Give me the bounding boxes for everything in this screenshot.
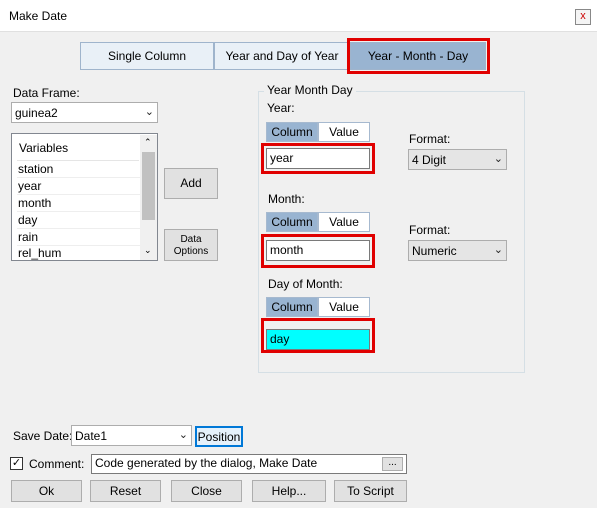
ok-button[interactable]: Ok xyxy=(11,480,82,502)
help-button[interactable]: Help... xyxy=(252,480,326,502)
month-column-value-toggle[interactable]: Column Value xyxy=(266,212,370,232)
day-column-tab[interactable]: Column xyxy=(266,297,318,317)
data-options-label-line2: Options xyxy=(173,246,209,257)
position-button[interactable]: Position xyxy=(195,426,243,447)
data-frame-selector[interactable]: guinea2 ⌄ xyxy=(11,102,158,123)
chevron-up-icon[interactable]: ⌃ xyxy=(144,137,152,148)
chevron-down-icon: ⌄ xyxy=(493,244,503,256)
month-column-tab[interactable]: Column xyxy=(266,212,318,232)
group-title: Year Month Day xyxy=(264,83,356,97)
year-highlight-box xyxy=(261,143,375,174)
year-format-value: 4 Digit xyxy=(412,153,447,167)
single-column-button[interactable]: Single Column xyxy=(80,42,214,70)
save-date-value: Date1 xyxy=(75,429,108,443)
year-format-selector[interactable]: 4 Digit ⌄ xyxy=(408,149,507,170)
month-format-selector[interactable]: Numeric ⌄ xyxy=(408,240,507,261)
save-date-label: Save Date: xyxy=(13,429,73,443)
comment-label: Comment: xyxy=(29,457,85,471)
mode-highlight-box xyxy=(347,38,490,74)
year-value-tab[interactable]: Value xyxy=(318,122,370,142)
window-title: Make Date xyxy=(9,9,68,23)
year-label: Year: xyxy=(267,101,295,115)
chevron-down-icon: ⌄ xyxy=(178,429,188,441)
close-dialog-button[interactable]: Close xyxy=(171,480,242,502)
save-date-selector[interactable]: Date1 ⌄ xyxy=(71,425,192,446)
list-item[interactable]: rel_hum xyxy=(17,246,141,260)
comment-text: Code generated by the dialog, Make Date xyxy=(95,456,318,470)
list-item[interactable]: rain xyxy=(17,229,141,246)
data-options-button[interactable]: Data Options xyxy=(164,229,218,261)
day-highlight-box xyxy=(261,318,375,353)
chevron-down-icon[interactable]: ⌄ xyxy=(144,245,152,256)
list-item[interactable]: month xyxy=(17,195,141,212)
year-and-day-of-year-button[interactable]: Year and Day of Year xyxy=(214,42,350,70)
month-format-value: Numeric xyxy=(412,244,457,258)
month-format-label: Format: xyxy=(409,223,451,237)
to-script-button[interactable]: To Script xyxy=(334,480,407,502)
day-label: Day of Month: xyxy=(268,277,343,291)
scrollbar-thumb[interactable] xyxy=(142,152,155,220)
comment-input[interactable]: Code generated by the dialog, Make Date … xyxy=(91,454,407,474)
month-highlight-box xyxy=(261,234,375,268)
data-options-label-line1: Data xyxy=(180,234,202,245)
add-button[interactable]: Add xyxy=(164,168,218,199)
data-frame-label: Data Frame: xyxy=(13,86,80,100)
list-scrollbar[interactable]: ⌃ ⌄ xyxy=(140,135,157,260)
comment-checkbox[interactable]: ✓ xyxy=(10,457,23,470)
comment-browse-button[interactable]: ... xyxy=(382,457,403,471)
chevron-down-icon: ⌄ xyxy=(493,153,503,165)
variables-list[interactable]: Variables station year month day rain re… xyxy=(11,133,158,261)
year-format-label: Format: xyxy=(409,132,451,146)
day-column-value-toggle[interactable]: Column Value xyxy=(266,297,370,317)
title-bar: Make Date x xyxy=(0,0,597,32)
month-value-tab[interactable]: Value xyxy=(318,212,370,232)
chevron-down-icon: ⌄ xyxy=(144,106,154,118)
month-label: Month: xyxy=(268,192,305,206)
data-frame-value: guinea2 xyxy=(15,106,58,120)
year-column-tab[interactable]: Column xyxy=(266,122,318,142)
list-item[interactable]: year xyxy=(17,178,141,195)
list-item[interactable]: station xyxy=(17,161,141,178)
reset-button[interactable]: Reset xyxy=(90,480,161,502)
day-value-tab[interactable]: Value xyxy=(318,297,370,317)
list-item[interactable]: day xyxy=(17,212,141,229)
variables-header: Variables xyxy=(19,141,69,155)
close-button[interactable]: x xyxy=(575,9,591,25)
year-column-value-toggle[interactable]: Column Value xyxy=(266,122,370,142)
